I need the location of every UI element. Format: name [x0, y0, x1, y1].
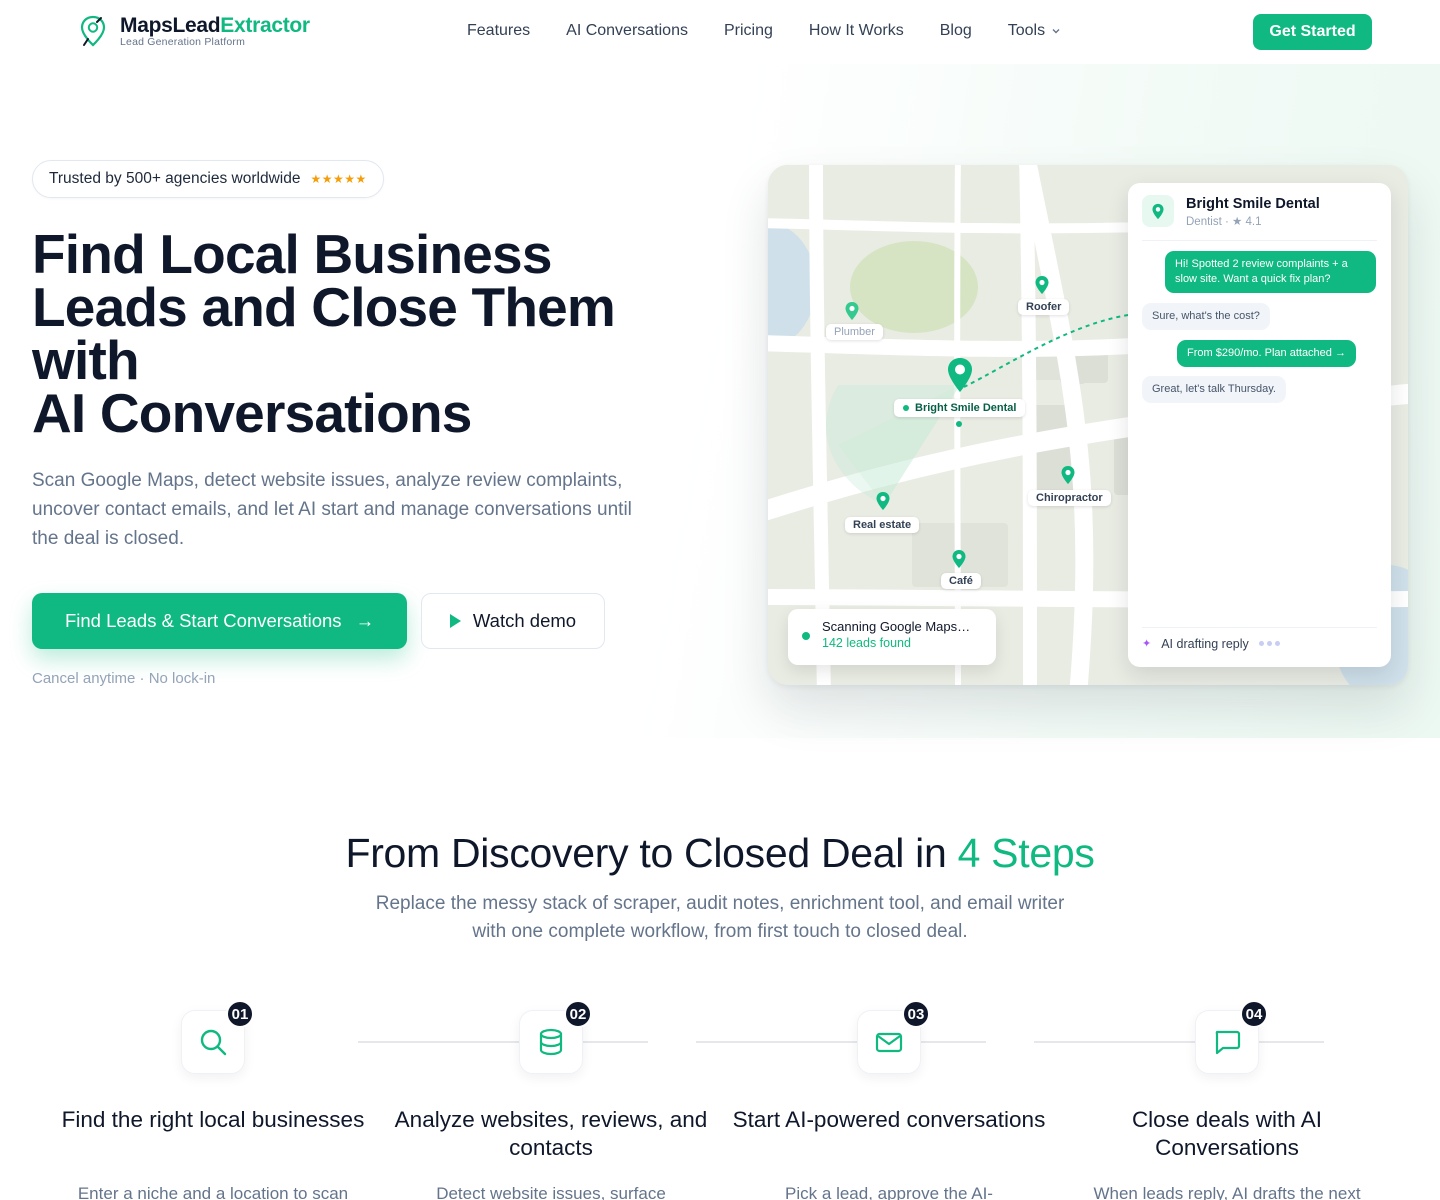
ai-drafting-label: AI drafting reply	[1161, 636, 1249, 651]
main-nav: Features AI Conversations Pricing How It…	[467, 22, 1061, 40]
logo-tagline: Lead Generation Platform	[120, 36, 246, 48]
find-leads-label: Find Leads & Start Conversations	[64, 610, 342, 631]
cta-note: Cancel anytime · No lock-in	[32, 670, 216, 687]
pin-label-real-estate: Real estate	[845, 517, 920, 533]
map-pin-icon	[1152, 203, 1164, 219]
hero-title-line-1: Find Local Business	[32, 223, 552, 285]
chevron-down-icon	[1052, 29, 1060, 34]
logo-pin-icon	[80, 15, 106, 47]
step-connector	[1034, 1041, 1324, 1043]
nav-features[interactable]: Features	[467, 22, 530, 40]
database-icon	[539, 1028, 563, 1056]
step-3-description: Pick a lead, approve the AI-	[785, 1184, 993, 1200]
chat-footer: ✦ AI drafting reply	[1142, 627, 1377, 659]
chat-icon	[1215, 1030, 1241, 1055]
pin-label-cafe: Café	[941, 573, 981, 589]
step-4-description: When leads reply, AI drafts the next	[1093, 1184, 1361, 1200]
nav-tools-dropdown[interactable]: Tools	[1008, 22, 1061, 40]
step-1-title: Find the right local businesses	[61, 1107, 365, 1132]
get-started-button[interactable]: Get Started	[1253, 14, 1372, 50]
map-pin-icon[interactable]	[951, 549, 967, 569]
chat-business-name: Bright Smile Dental	[1186, 196, 1320, 212]
step-3-number: 03	[902, 1000, 930, 1028]
chat-message-incoming: Sure, what's the cost?	[1142, 303, 1270, 330]
chat-business-meta: Dentist · ★ 4.1	[1186, 216, 1262, 228]
map-pin-main-icon[interactable]	[945, 356, 975, 394]
location-dot	[956, 421, 962, 427]
map-preview-card: Plumber Roofer Bright Smile Dental Chiro…	[768, 165, 1408, 685]
chat-message-incoming: Great, let's talk Thursday.	[1142, 376, 1286, 403]
step-2-description: Detect website issues, surface	[436, 1184, 666, 1200]
hero-title-line-2: Leads and Close Them	[32, 276, 616, 338]
nav-tools-label: Tools	[1007, 22, 1046, 39]
business-avatar	[1142, 195, 1174, 227]
sparkle-icon: ✦	[1142, 638, 1152, 650]
search-icon	[200, 1029, 227, 1056]
rating-stars-icon: ★★★★★	[310, 172, 367, 186]
step-4-number: 04	[1240, 1000, 1268, 1028]
map-pin-icon[interactable]	[1060, 465, 1076, 485]
chat-panel: Bright Smile Dental Dentist · ★ 4.1 Hi! …	[1128, 183, 1391, 667]
hero-title: Find Local Business Leads and Close Them…	[32, 223, 672, 444]
logo[interactable]: MapsLeadExtractor Lead Generation Platfo…	[78, 15, 310, 48]
step-4-title: Close deals with AI Conversations	[1131, 1107, 1323, 1160]
chat-message-outgoing: From $290/mo. Plan attached →	[1177, 340, 1356, 367]
step-1-description: Enter a niche and a location to scan	[77, 1184, 349, 1200]
steps-subtitle: Replace the messy stack of scraper, audi…	[375, 893, 1065, 942]
trust-badge: Trusted by 500+ agencies worldwide ★★★★★	[32, 160, 384, 198]
step-2-number: 02	[564, 1000, 592, 1028]
logo-name: MapsLeadExtractor	[120, 14, 310, 37]
step-connector	[358, 1041, 648, 1043]
scan-status-dot	[802, 632, 810, 640]
pin-label-main: Bright Smile Dental	[894, 399, 1026, 417]
scan-leads-count: 142 leads found	[822, 636, 911, 650]
play-icon	[449, 614, 461, 628]
chat-header: Bright Smile Dental Dentist · ★ 4.1	[1142, 195, 1377, 241]
nav-ai-conversations[interactable]: AI Conversations	[566, 22, 688, 40]
pin-label-roofer: Roofer	[1018, 299, 1070, 315]
find-leads-button[interactable]: Find Leads & Start Conversations →	[32, 593, 407, 649]
nav-blog[interactable]: Blog	[940, 22, 972, 40]
scan-status-title: Scanning Google Maps…	[822, 619, 971, 634]
step-3-title: Start AI-powered conversations	[732, 1107, 1046, 1132]
pin-label-plumber: Plumber	[826, 324, 883, 340]
hero-subtitle: Scan Google Maps, detect website issues,…	[32, 470, 632, 549]
map-pin-icon[interactable]	[1034, 275, 1050, 295]
map-pin-icon[interactable]	[875, 491, 891, 511]
trust-badge-text: Trusted by 500+ agencies worldwide	[49, 170, 301, 187]
mail-icon	[875, 1032, 903, 1053]
step-1-number: 01	[226, 1000, 254, 1028]
steps-title: From Discovery to Closed Deal in 4 Steps	[345, 830, 1095, 876]
scan-status-card: Scanning Google Maps… 142 leads found	[788, 609, 996, 665]
step-2-title: Analyze websites, reviews, and contacts	[394, 1107, 708, 1160]
nav-how-it-works[interactable]: How It Works	[809, 22, 904, 40]
hero-title-line-3: with	[32, 329, 140, 391]
hero-title-highlight: AI Conversations	[32, 382, 472, 444]
typing-indicator-icon	[1258, 641, 1280, 646]
arrow-right-icon: →	[355, 610, 375, 631]
step-connector	[696, 1041, 986, 1043]
site-header: MapsLeadExtractor Lead Generation Platfo…	[0, 0, 1440, 64]
nav-pricing[interactable]: Pricing	[724, 22, 773, 40]
chat-message-outgoing: Hi! Spotted 2 review complaints + a slow…	[1165, 251, 1376, 293]
watch-demo-label: Watch demo	[472, 610, 577, 631]
pin-label-chiropractor: Chiropractor	[1028, 490, 1111, 506]
watch-demo-button[interactable]: Watch demo	[421, 593, 605, 649]
pin-label-main-text: Bright Smile Dental	[915, 402, 1017, 414]
status-dot	[903, 405, 909, 411]
map-pin-icon[interactable]	[844, 301, 860, 321]
